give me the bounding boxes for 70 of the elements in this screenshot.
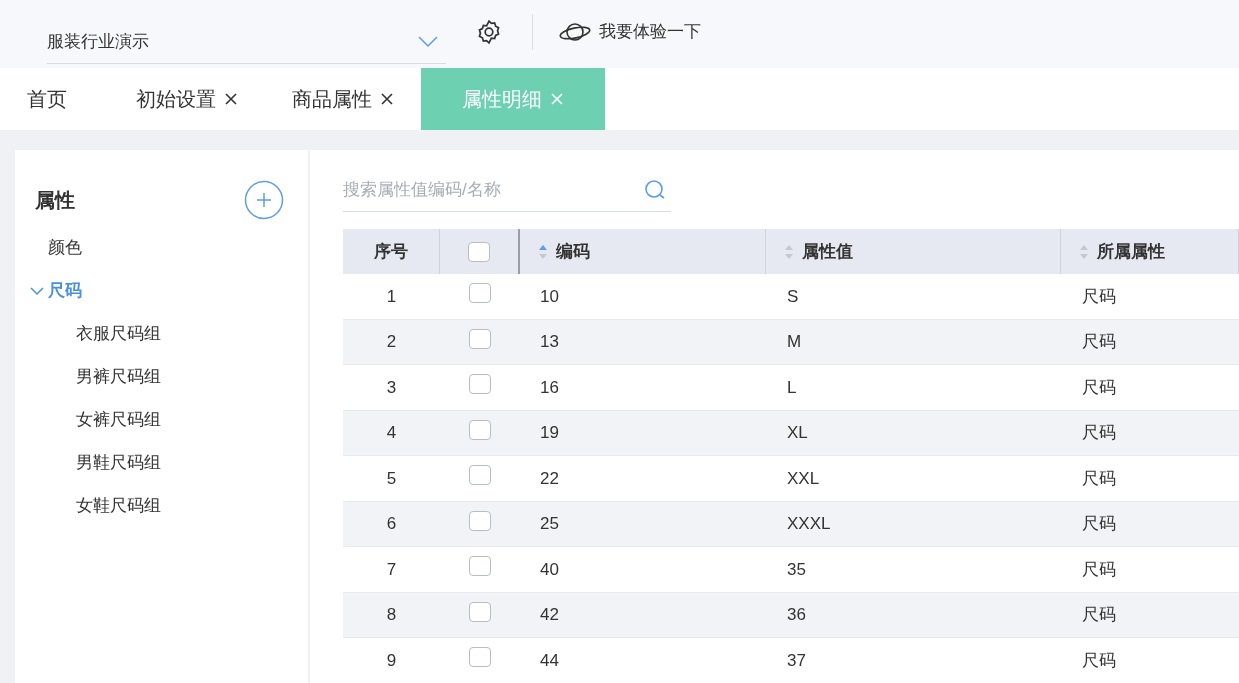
sidebar-title: 属性: [35, 188, 75, 213]
table-cell-text: 37: [787, 649, 806, 672]
close-icon[interactable]: [380, 92, 394, 106]
tree-item[interactable]: 颜色: [15, 226, 308, 269]
tree-item[interactable]: 男裤尺码组: [15, 355, 308, 398]
table-cell-text: 尺码: [1082, 604, 1116, 626]
table-cell-text: 22: [540, 467, 559, 490]
table-cell-text: XL: [787, 422, 808, 444]
table-cell-text: 7: [386, 558, 397, 581]
table-cell-text: 16: [540, 376, 559, 399]
table-cell-text: 尺码: [1082, 467, 1116, 490]
table-cell-text: 42: [540, 604, 559, 626]
table-cell-text: 19: [540, 422, 559, 444]
table-cell-text: 44: [540, 649, 559, 672]
checkbox[interactable]: [468, 241, 490, 262]
close-icon[interactable]: [224, 92, 238, 106]
industry-select[interactable]: 服装行业演示: [47, 20, 446, 64]
table-cell-text: 尺码: [1082, 649, 1116, 672]
tab[interactable]: 首页: [0, 68, 109, 130]
table-cell-text: 5: [386, 467, 397, 490]
table-cell-text: 10: [540, 285, 559, 308]
checkbox[interactable]: [469, 601, 491, 622]
table-cell-text: L: [787, 376, 797, 399]
tab[interactable]: 初始设置: [109, 68, 265, 130]
planet-icon: [559, 21, 591, 43]
table-cell-text: M: [787, 331, 802, 353]
table-cell-text: 13: [540, 331, 559, 353]
table-cell-text: 35: [787, 558, 806, 581]
chevron-down-icon: [418, 35, 438, 48]
tree-item[interactable]: 女鞋尺码组: [15, 484, 308, 527]
checkbox[interactable]: [469, 556, 491, 576]
table-cell-text: 2: [386, 331, 397, 353]
table-cell-text: 8: [386, 604, 397, 626]
table-cell-text: S: [787, 285, 799, 308]
tab[interactable]: 商品属性: [265, 68, 421, 130]
checkbox[interactable]: [469, 328, 491, 349]
try-link[interactable]: 我要体验一下: [559, 19, 701, 45]
settings-icon[interactable]: [476, 19, 502, 45]
search-icon[interactable]: [643, 178, 667, 202]
table-cell-text: 1: [386, 285, 397, 308]
table-cell-text: 3: [386, 376, 397, 399]
checkbox[interactable]: [469, 510, 491, 531]
table-cell-text: XXL: [787, 467, 820, 490]
table-cell-text: 6: [386, 513, 397, 535]
table-cell-text: 尺码: [1082, 422, 1116, 444]
table-cell-text: XXXL: [787, 513, 831, 535]
checkbox[interactable]: [469, 374, 491, 394]
table-cell-text: 尺码: [1082, 376, 1116, 399]
sort-icon[interactable]: [784, 243, 794, 260]
search-field[interactable]: 搜索属性值编码/名称: [343, 168, 671, 212]
table-cell-text: 36: [787, 604, 806, 626]
tree-item[interactable]: 女裤尺码组: [15, 398, 308, 441]
table-cell-text: 25: [540, 513, 559, 535]
table-cell-text: 尺码: [1082, 558, 1116, 581]
checkbox[interactable]: [469, 419, 491, 440]
sort-icon[interactable]: [1079, 243, 1089, 260]
checkbox[interactable]: [469, 647, 491, 667]
tree-item[interactable]: 衣服尺码组: [15, 312, 308, 355]
checkbox[interactable]: [469, 283, 491, 303]
table-cell-text: 尺码: [1082, 285, 1116, 308]
sort-icon[interactable]: [538, 243, 548, 260]
table-cell-text: 40: [540, 558, 559, 581]
add-icon[interactable]: [244, 180, 284, 220]
chevron-down-icon[interactable]: [30, 285, 44, 296]
table-cell-text: 4: [386, 422, 397, 444]
table-cell-text: 尺码: [1082, 331, 1116, 353]
tree-item[interactable]: 男鞋尺码组: [15, 441, 308, 484]
checkbox[interactable]: [469, 465, 491, 485]
table-cell-text: 9: [386, 649, 397, 672]
table-cell-text: 尺码: [1082, 513, 1116, 535]
